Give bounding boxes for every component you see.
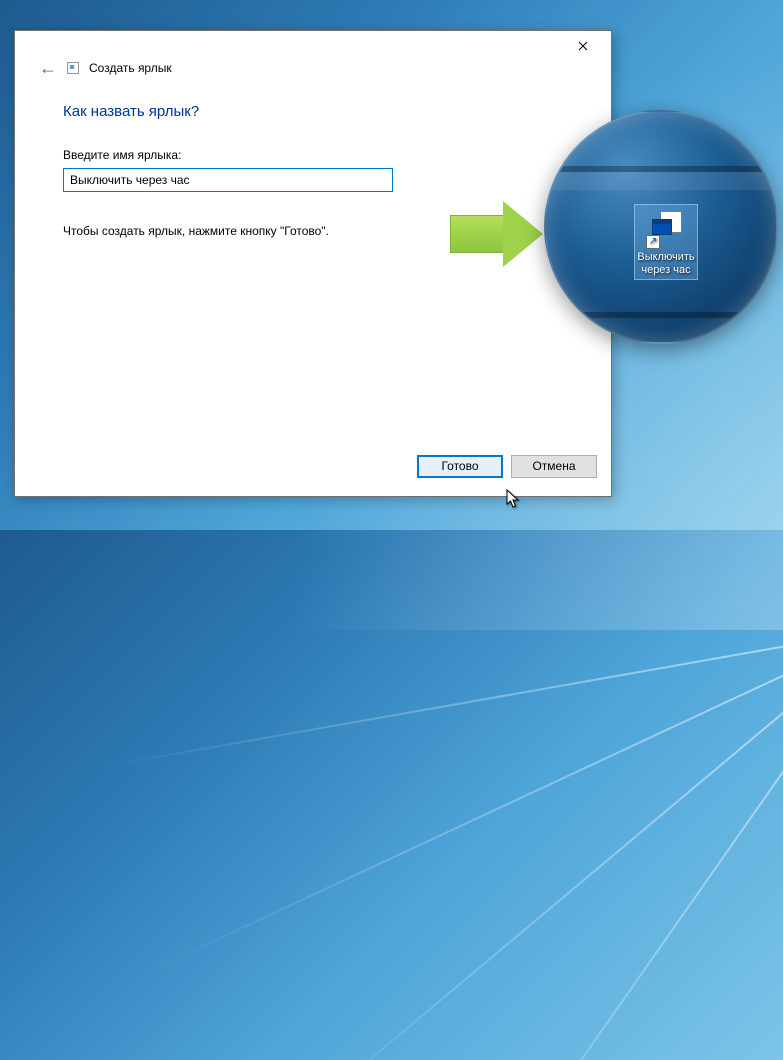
create-shortcut-dialog: ← Создать ярлык Как назвать ярлык? Введи… [14,30,612,497]
hint-text: Чтобы создать ярлык, нажмите кнопку "Гот… [63,224,571,238]
shortcut-name-input[interactable] [63,168,393,192]
desktop-shortcut-icon[interactable]: ↗ Выключить через час [634,204,698,280]
dialog-heading: Как назвать ярлык? [63,103,571,120]
icon-label-line2: через час [637,264,695,277]
titlebar [15,31,611,61]
finish-button[interactable]: Готово [417,455,503,478]
icon-label-line1: Выключить [637,251,695,264]
close-button[interactable] [561,35,605,57]
cancel-button[interactable]: Отмена [511,455,597,478]
button-row: Готово Отмена [15,448,611,496]
desktop-magnifier: ↗ Выключить через час [544,110,778,344]
wizard-header: ← Создать ярлык [15,59,611,77]
wizard-name: Создать ярлык [89,61,172,75]
shortcut-mini-icon [67,62,79,74]
input-label: Введите имя ярлыка: [63,148,571,162]
back-arrow-icon[interactable]: ← [39,59,57,77]
dialog-content: Как назвать ярлык? Введите имя ярлыка: Ч… [15,77,611,448]
shortcut-file-icon: ↗ [646,209,686,249]
